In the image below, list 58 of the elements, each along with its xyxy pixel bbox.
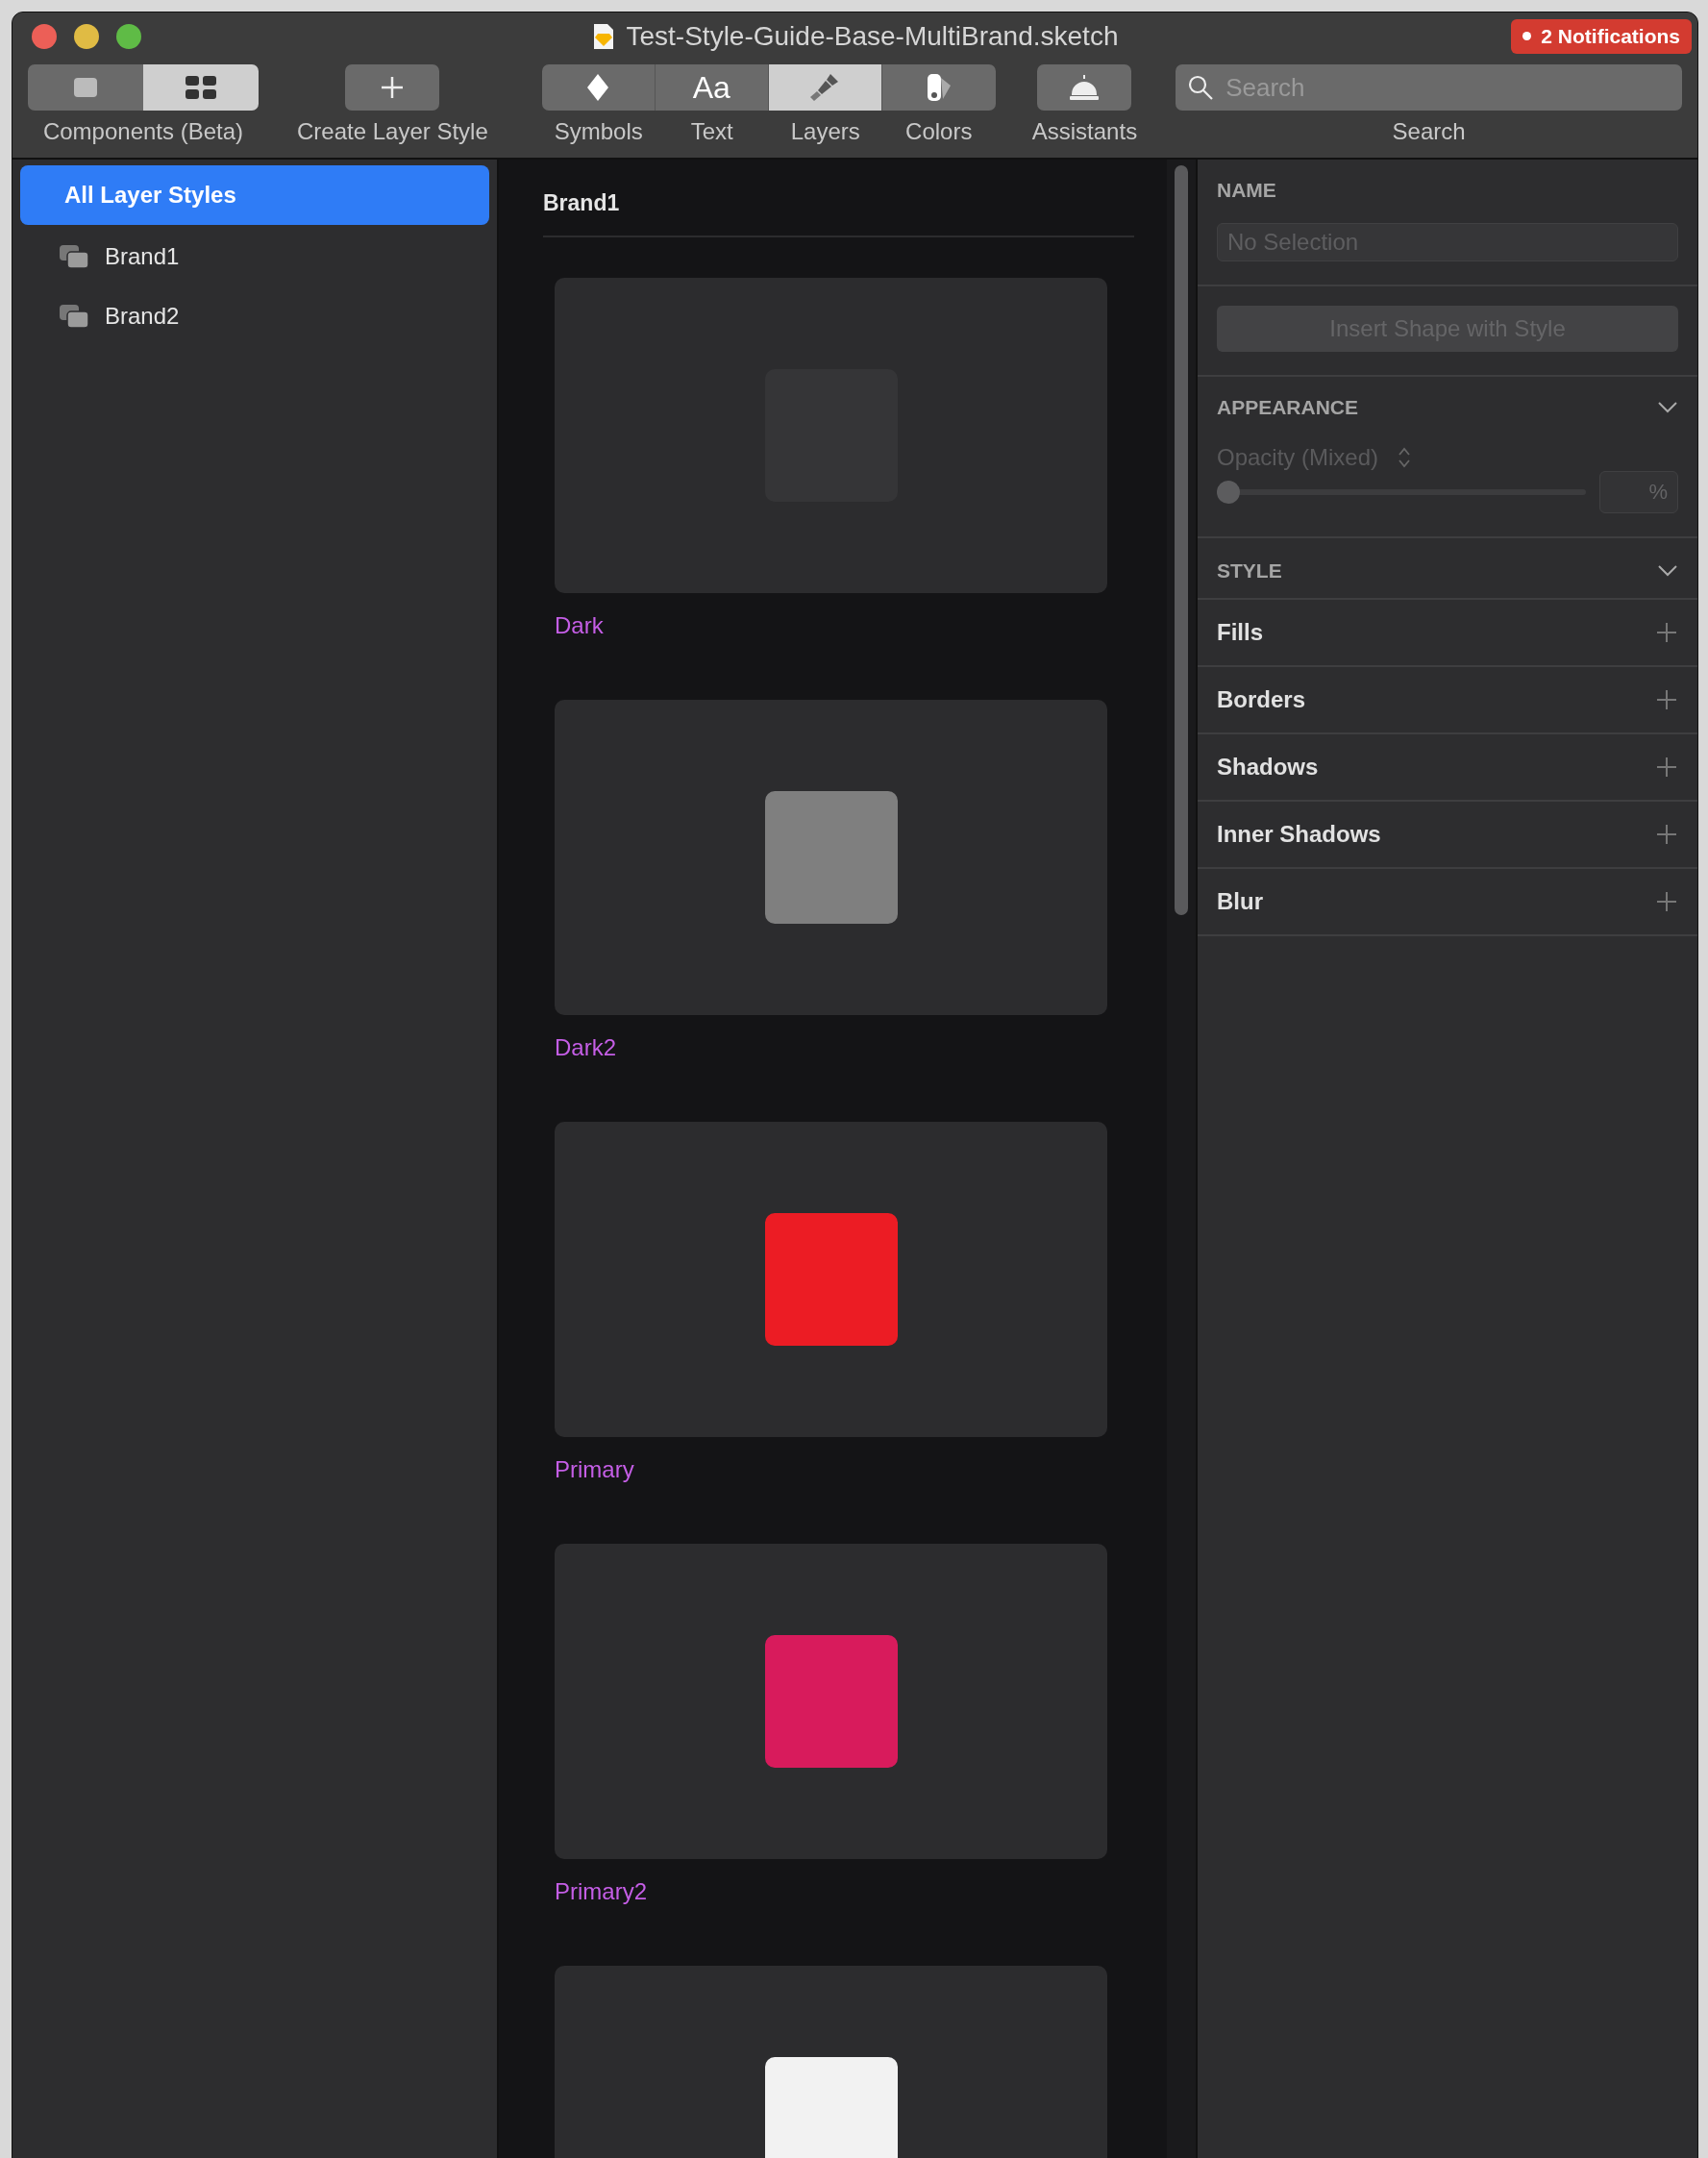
dot-icon — [1522, 31, 1532, 40]
chevron-down-icon[interactable] — [1657, 564, 1678, 578]
style-name: Primary2 — [555, 1878, 648, 1905]
window-title: Test-Style-Guide-Base-MultiBrand.sketch — [626, 21, 1119, 52]
style-property-label: Borders — [1217, 686, 1306, 713]
search-icon — [1187, 74, 1215, 101]
section-heading: STYLE — [1217, 559, 1282, 583]
zoom-button[interactable] — [116, 24, 141, 49]
mode-tab[interactable] — [768, 64, 882, 111]
toolbar-label: Symbols — [554, 118, 643, 145]
add-icon[interactable] — [1655, 688, 1678, 711]
grid-icon — [185, 75, 217, 100]
sidebar-item[interactable]: Brand2 — [20, 286, 489, 346]
stepper-icon[interactable] — [1398, 446, 1412, 469]
group-heading: Brand1 — [543, 189, 621, 217]
toolbar-label: Text — [690, 118, 733, 145]
stacked-layers-icon — [59, 244, 89, 269]
close-button[interactable] — [32, 24, 57, 49]
plus-icon — [380, 75, 406, 100]
toolbar-label: Colors — [905, 118, 973, 145]
toolbar-label: Layers — [790, 118, 860, 145]
diamond-icon — [585, 73, 611, 102]
stacked-layers-icon — [59, 304, 89, 329]
add-icon[interactable] — [1655, 621, 1678, 644]
toolbar-label: Create Layer Style — [297, 118, 488, 145]
view-toggle-button[interactable] — [143, 64, 259, 111]
style-property-label: Inner Shadows — [1217, 821, 1381, 848]
toolbar-label: Assistants — [1031, 118, 1138, 145]
document-icon — [591, 23, 615, 50]
single-view-icon — [71, 75, 100, 100]
section-heading: APPEARANCE — [1217, 396, 1359, 419]
style-name: Primary — [555, 1456, 635, 1483]
sidebar-item[interactable]: Brand1 — [20, 227, 489, 286]
add-icon[interactable] — [1655, 823, 1678, 846]
mode-tab[interactable] — [541, 64, 656, 111]
minimize-button[interactable] — [74, 24, 99, 49]
chevron-down-icon[interactable] — [1657, 401, 1678, 414]
bell-icon — [1068, 73, 1102, 102]
style-property-label: Shadows — [1217, 754, 1319, 781]
notifications-badge[interactable]: 2 Notifications — [1511, 19, 1692, 54]
style-property-label: Fills — [1217, 619, 1263, 646]
section-heading: NAME — [1217, 179, 1277, 202]
view-toggle-button[interactable] — [28, 64, 143, 111]
mode-tab[interactable] — [881, 64, 996, 111]
mode-tab[interactable]: Aa — [655, 64, 769, 111]
slider-thumb[interactable] — [1217, 481, 1240, 504]
add-icon[interactable] — [1655, 890, 1678, 913]
style-property-label: Blur — [1217, 888, 1263, 915]
opacity-slider[interactable] — [1217, 481, 1586, 504]
style-name: Dark — [555, 612, 605, 639]
toolbar-label: Search — [1392, 118, 1466, 145]
toolbar-label: Components (Beta) — [42, 118, 244, 145]
sidebar-item[interactable]: All Layer Styles — [20, 165, 489, 225]
style-name: Dark2 — [555, 1034, 618, 1061]
toolbar-button[interactable] — [1037, 64, 1132, 111]
add-icon[interactable] — [1655, 756, 1678, 779]
scrollbar-thumb[interactable] — [1175, 165, 1188, 915]
brush-icon — [809, 72, 841, 103]
